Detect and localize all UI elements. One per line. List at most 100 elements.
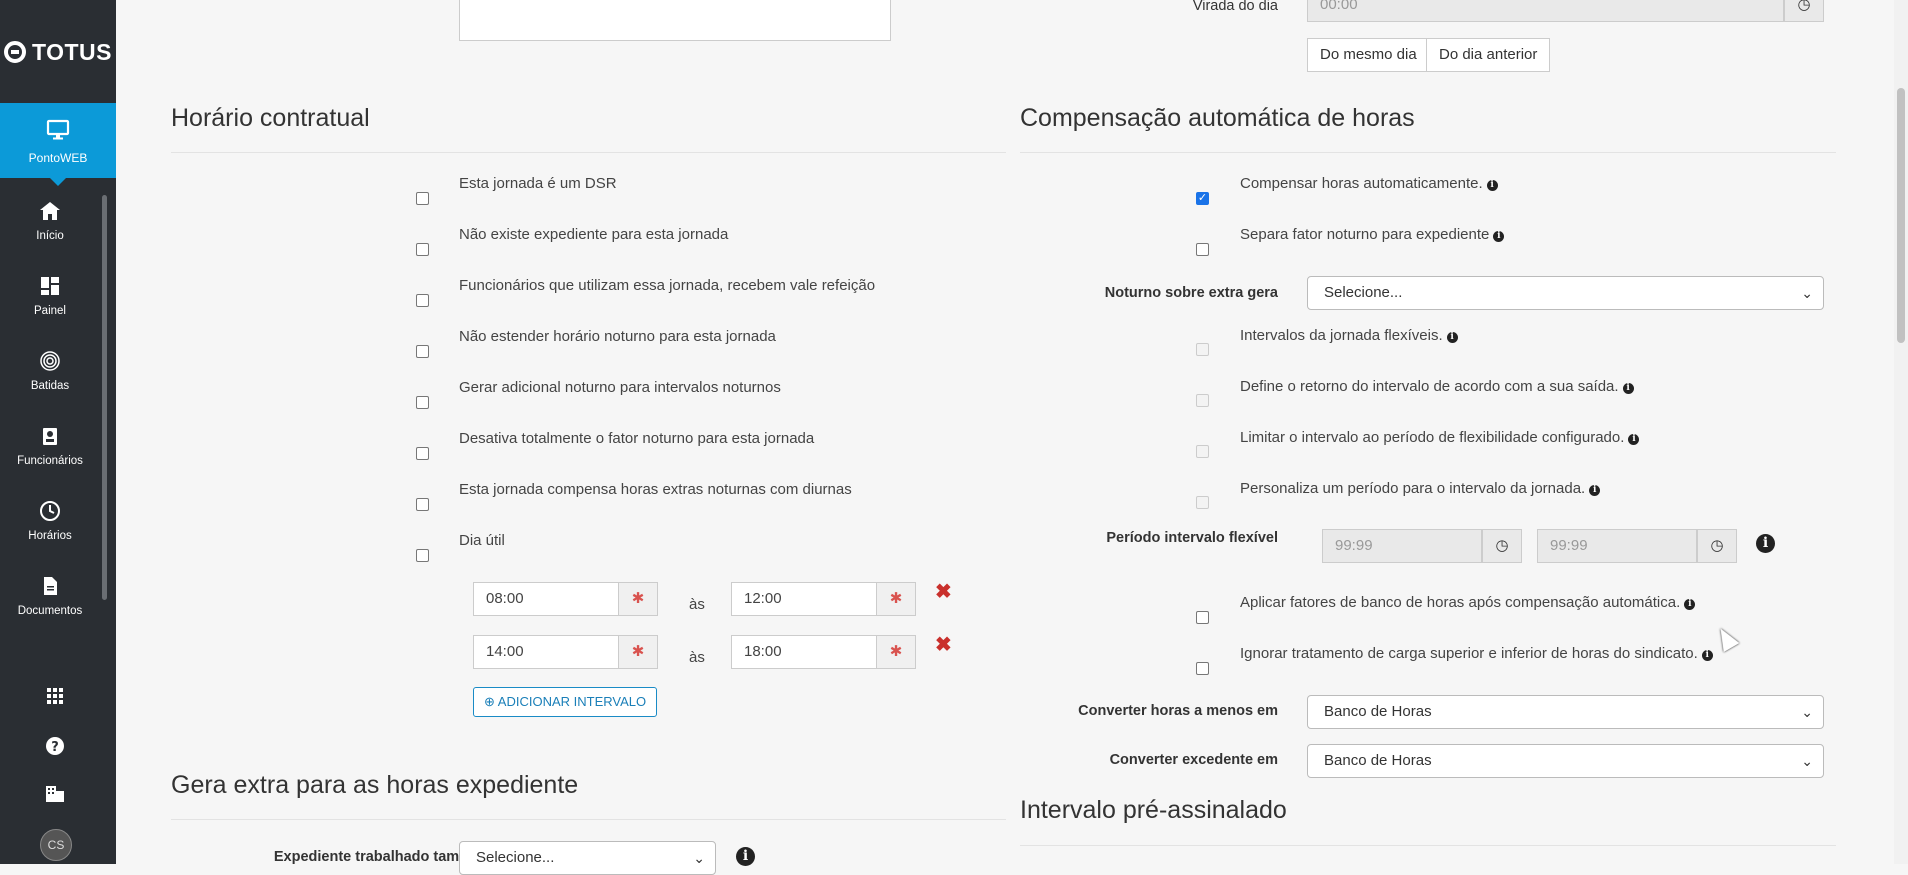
required-asterisk-icon: ✱ — [618, 582, 658, 616]
clock-icon[interactable]: ◷ — [1482, 529, 1522, 563]
checkbox-nao-existe-expediente[interactable] — [416, 243, 429, 256]
clock-icon[interactable]: ◷ — [1697, 529, 1737, 563]
info-icon: i — [1684, 599, 1696, 610]
select-value: Banco de Horas — [1324, 752, 1432, 769]
sidebar-item-pontoweb[interactable]: PontoWEB — [0, 103, 116, 186]
info-icon: i — [1622, 383, 1634, 394]
chevron-down-icon: ⌄ — [1801, 704, 1813, 720]
divider — [1020, 845, 1836, 846]
sidebar-item-label: Início — [36, 230, 64, 242]
checkbox-compensa-noturnas[interactable] — [416, 498, 429, 511]
interval-end-input[interactable]: 18:00 — [731, 635, 877, 669]
option-label: Dia útil — [459, 532, 505, 549]
checkbox-limitar-intervalo[interactable] — [1196, 445, 1209, 458]
checkbox-ignorar-sindicato[interactable] — [1196, 662, 1209, 675]
sidebar-item-horarios[interactable]: Horários — [0, 500, 100, 570]
interval-start-input[interactable]: 14:00 — [473, 635, 619, 669]
virada-input[interactable]: 00:00 — [1307, 0, 1784, 22]
as-label: às — [689, 596, 705, 613]
periodo-end-input[interactable]: 99:99 — [1537, 529, 1697, 563]
add-interval-button[interactable]: ⊕ ADICIONAR INTERVALO — [473, 687, 658, 717]
sidebar-item-label: Horários — [28, 530, 72, 542]
remove-interval-icon[interactable]: ✖ — [935, 632, 952, 657]
option-label: Define o retorno do intervalo de acordo … — [1240, 378, 1634, 395]
option-text: Compensar horas automaticamente. — [1240, 175, 1483, 192]
do-mesmo-dia-button[interactable]: Do mesmo dia — [1307, 38, 1430, 72]
page-scrollbar-thumb[interactable] — [1897, 88, 1905, 343]
sidebar-item-documentos[interactable]: Documentos — [0, 575, 100, 645]
sidebar-item-painel[interactable]: Painel — [0, 275, 100, 345]
option-text: Ignorar tratamento de carga superior e i… — [1240, 645, 1698, 662]
noturno-label: Noturno sobre extra gera — [1104, 285, 1278, 301]
option-label: Separa fator noturno para expediente i — [1240, 226, 1505, 243]
info-icon: i — [1446, 332, 1458, 343]
info-icon: i — [1701, 650, 1713, 661]
option-text: Aplicar fatores de banco de horas após c… — [1240, 594, 1681, 611]
help-icon[interactable]: ? — [0, 736, 110, 762]
noturno-select[interactable]: Selecione... ⌄ — [1307, 276, 1824, 310]
periodo-start-input[interactable]: 99:99 — [1322, 529, 1482, 563]
horario-contratual-title: Horário contratual — [171, 104, 370, 132]
option-label: Não estender horário noturno para esta j… — [459, 328, 776, 345]
option-label: Gerar adicional noturno para intervalos … — [459, 379, 781, 396]
checkbox-aplicar-fatores-banco[interactable] — [1196, 611, 1209, 624]
option-label: Não existe expediente para esta jornada — [459, 226, 729, 243]
logo-text: TOTUS — [31, 38, 113, 65]
apps-grid-icon[interactable] — [0, 687, 110, 711]
sidebar-item-inicio[interactable]: Início — [0, 200, 100, 270]
interval-start-input[interactable]: 08:00 — [473, 582, 619, 616]
sidebar-item-funcionarios[interactable]: Funcionários — [0, 425, 100, 495]
intervalo-pre-assinalado-title: Intervalo pré-assinalado — [1020, 796, 1287, 824]
info-icon: i — [1486, 180, 1498, 191]
chevron-down-icon: ⌄ — [693, 850, 705, 866]
sidebar-item-label: Funcionários — [17, 455, 83, 467]
document-icon — [0, 575, 100, 599]
interval-end-input[interactable]: 12:00 — [731, 582, 877, 616]
option-label: Personaliza um período para o intervalo … — [1240, 480, 1601, 497]
select-value: Banco de Horas — [1324, 703, 1432, 720]
periodo-label: Período intervalo flexível — [1106, 530, 1278, 546]
info-icon: i — [1493, 231, 1505, 242]
converter-excedente-select[interactable]: Banco de Horas ⌄ — [1307, 744, 1824, 778]
descricao-textarea[interactable] — [459, 0, 891, 41]
building-icon[interactable] — [0, 784, 110, 808]
clock-icon[interactable]: ◷ — [1784, 0, 1824, 22]
chevron-down-icon: ⌄ — [1801, 285, 1813, 301]
option-label: Esta jornada é um DSR — [459, 175, 617, 192]
sidebar-scrollbar[interactable] — [100, 183, 110, 658]
checkbox-vale-refeicao[interactable] — [416, 294, 429, 307]
option-label: Funcionários que utilizam essa jornada, … — [459, 277, 876, 294]
main-content: Descrição Virada do dia 00:00 ◷ Do mesmo… — [116, 0, 1894, 875]
option-text: Separa fator noturno para expediente — [1240, 226, 1490, 243]
expediente-select[interactable]: Selecione... ⌄ — [459, 841, 716, 875]
checkbox-retorno-intervalo[interactable] — [1196, 394, 1209, 407]
sidebar-item-label: Painel — [34, 305, 66, 317]
option-text: Intervalos da jornada flexíveis. — [1240, 327, 1443, 344]
checkbox-intervalos-flexiveis[interactable] — [1196, 343, 1209, 356]
info-icon: i — [732, 847, 755, 866]
sidebar-scrollbar-thumb[interactable] — [102, 195, 107, 600]
converter-menos-select[interactable]: Banco de Horas ⌄ — [1307, 695, 1824, 729]
required-asterisk-icon: ✱ — [876, 635, 916, 669]
expediente-label: Expediente trabalhado também — [273, 849, 489, 865]
svg-text:?: ? — [51, 740, 59, 755]
avatar[interactable]: CS — [40, 829, 72, 861]
checkbox-separa-fator-noturno[interactable] — [1196, 243, 1209, 256]
checkbox-nao-estender-noturno[interactable] — [416, 345, 429, 358]
info-icon: i — [1628, 434, 1640, 445]
do-dia-anterior-button[interactable]: Do dia anterior — [1426, 38, 1551, 72]
checkbox-compensar-horas[interactable]: ✓ — [1196, 192, 1209, 205]
sidebar-item-label: Batidas — [30, 380, 70, 392]
checkbox-personaliza-periodo[interactable] — [1196, 496, 1209, 509]
page-scrollbar[interactable] — [1894, 0, 1908, 864]
monitor-icon — [0, 103, 116, 143]
checkbox-adicional-noturno[interactable] — [416, 396, 429, 409]
option-label: Limitar o intervalo ao período de flexib… — [1240, 429, 1640, 446]
totvs-logo[interactable]: TOTUS — [0, 30, 116, 74]
checkbox-dsr[interactable] — [416, 192, 429, 205]
checkbox-desativa-fator-noturno[interactable] — [416, 447, 429, 460]
home-icon — [0, 200, 100, 224]
remove-interval-icon[interactable]: ✖ — [935, 579, 952, 604]
checkbox-dia-util[interactable] — [416, 549, 429, 562]
sidebar-item-batidas[interactable]: Batidas — [0, 350, 100, 420]
